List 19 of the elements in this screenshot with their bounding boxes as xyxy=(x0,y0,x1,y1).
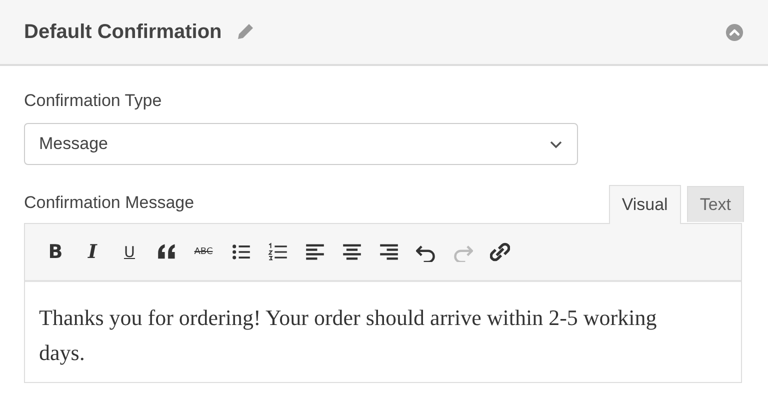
bold-button[interactable]: B xyxy=(37,236,74,268)
panel-title: Default Confirmation xyxy=(24,20,222,44)
editor-tab[interactable]: Text xyxy=(686,186,744,222)
pencil-icon[interactable] xyxy=(236,23,254,41)
align-left-icon xyxy=(304,242,324,262)
field-label: Confirmation Type xyxy=(24,91,163,111)
bullet-list-icon xyxy=(230,242,250,262)
underline-button[interactable]: U xyxy=(111,236,148,268)
numbered-list-icon xyxy=(268,242,288,262)
align-right-icon xyxy=(378,242,398,262)
editor-content[interactable]: Thanks you for ordering! Your order should arrive within 2-5 working days. xyxy=(25,282,741,382)
collapse-icon[interactable] xyxy=(725,22,744,42)
align-center-icon xyxy=(342,242,362,262)
field-label: Confirmation Message xyxy=(24,193,194,213)
strikethrough-button[interactable]: ABC xyxy=(185,236,222,268)
link-icon xyxy=(490,242,510,262)
editor-tab[interactable]: Visual xyxy=(608,185,681,224)
italic-button[interactable]: I xyxy=(74,236,111,268)
type-select[interactable]: Message xyxy=(24,123,578,165)
